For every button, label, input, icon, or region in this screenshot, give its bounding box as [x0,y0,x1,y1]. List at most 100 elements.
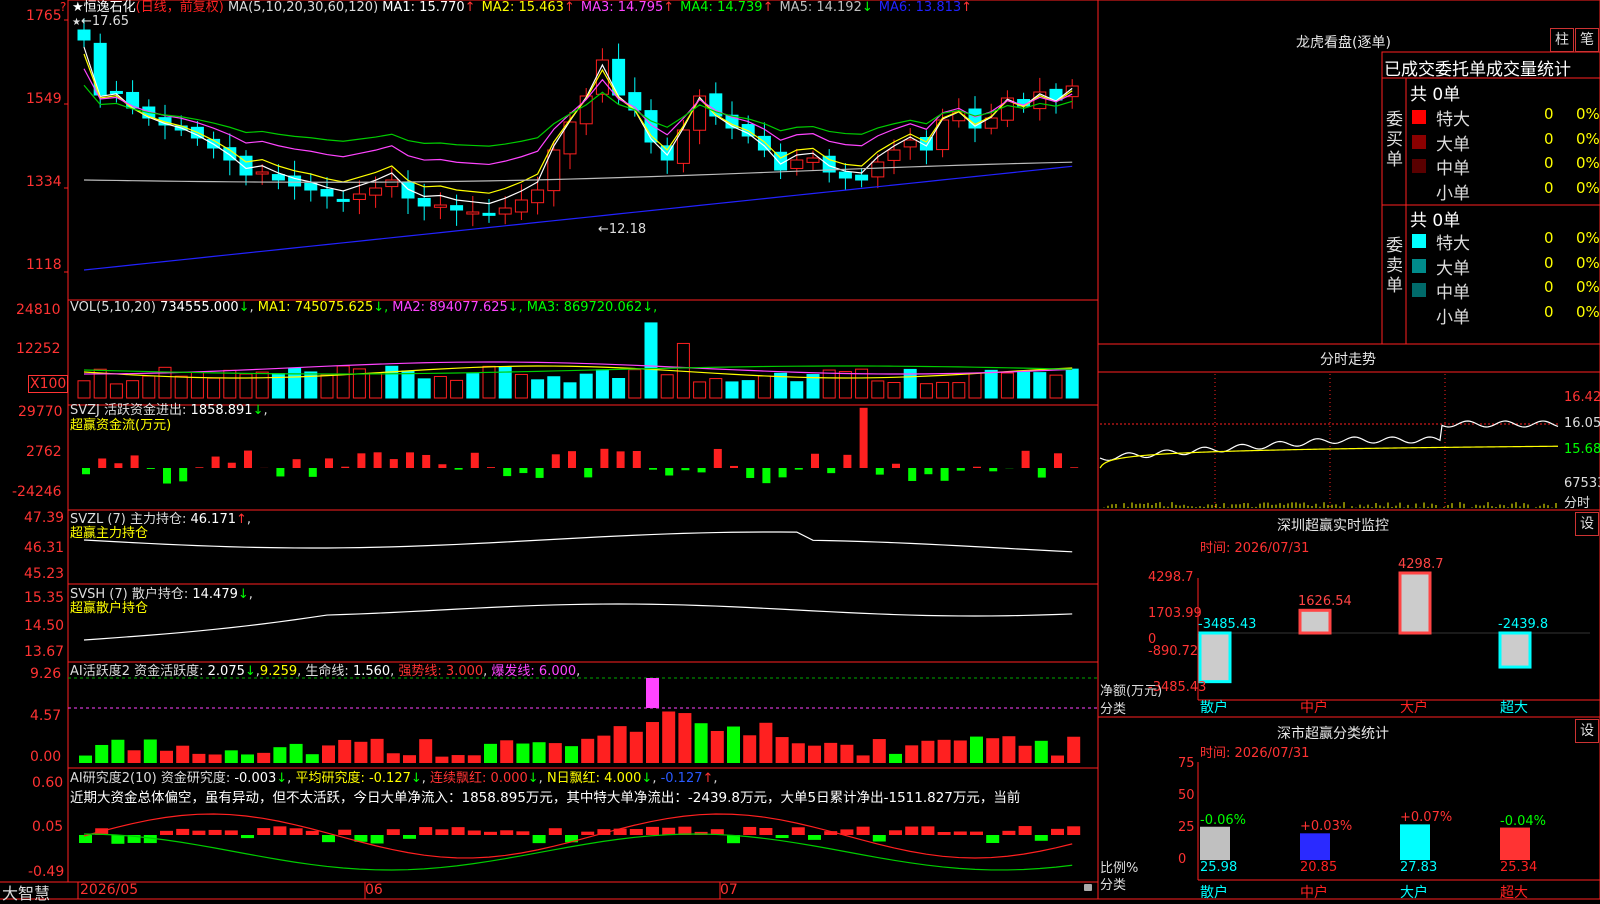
candle [515,200,527,212]
volume-bar [920,384,932,398]
sz-class-label: 分类 [1100,698,1126,717]
ai2-description: 近期大资金总体偏空，虽有异动，但不太活跃，今日大单净流入：1858.895万元，… [70,786,1096,806]
row-pct: 0% [1576,105,1600,123]
row-pct: 0% [1576,303,1600,321]
volume-bar [289,368,301,398]
flow-bar [325,458,333,468]
vol-ma-value: MA2: 894077.625↓, [392,300,523,315]
volume-bar [515,374,527,398]
legend-swatch [1412,159,1426,173]
candle [110,91,122,93]
stock-name[interactable]: 恒逸石化 [84,0,136,15]
flow-bar [82,468,90,474]
volume-bar [143,376,155,398]
activity-bar [905,745,918,763]
buy-side-label: 委买单 [1386,110,1406,170]
row-label: 中单 [1436,278,1470,303]
sc-value: 25.34 [1500,860,1537,875]
sc-value: 25.98 [1200,860,1237,875]
brand-label[interactable]: 大智慧 [2,880,50,904]
research-bar [581,832,594,835]
ma-value: MA6: 13.813↑ [879,0,972,15]
flow-bar [341,467,349,468]
fs-tick: 16.05 [1564,416,1600,431]
svzj-tick: 29770 [18,404,63,420]
svzl-tick: 47.39 [24,510,64,526]
row-count: 0 [1544,303,1554,321]
svzl-subtitle: 超赢主力持仓 [70,522,148,541]
legend-swatch [1412,184,1426,198]
activity-bar [921,741,934,763]
ai2-title: AI研究度2(10) 资金研究度: [70,771,230,786]
activity-bar [1002,736,1015,763]
flow-bar [665,468,673,476]
row-pct: 0% [1576,229,1600,247]
volume-bar [256,372,268,398]
volume-bar [1034,373,1046,398]
right-panel-frame [1098,0,1600,899]
high-marker: ★←17.65 [72,14,129,29]
research-bar [1019,826,1032,835]
sz-category: 超大 [1500,697,1528,717]
candle [78,30,90,40]
activity-bar [257,753,270,763]
sz-bar [1300,610,1330,633]
flow-bar [1054,453,1062,468]
ma-value: MA1: 15.770↑ [382,0,475,15]
volume-bar [564,383,576,398]
research-bar [419,827,432,835]
sz-category: 中户 [1300,697,1328,717]
sz-tick: 1703.99 [1148,606,1202,621]
activity-bar [792,743,805,763]
ma-value: MA4: 14.739↑ [680,0,773,15]
volume-bar [1018,372,1030,398]
ai2-lianxu: 连续飘红: 0.000 [430,771,528,786]
ai1-tick: 0.00 [30,749,61,765]
activity-bar [273,747,286,763]
research-bar [792,827,805,835]
candle [483,213,495,215]
ai2-last: -0.127 [661,771,703,786]
activity-bar [873,739,886,763]
flow-bar [698,468,706,472]
research-bar [857,827,870,835]
sc-change: -0.06% [1200,813,1246,828]
fs-unit: 分时 [1564,492,1590,511]
sc-settings-button[interactable]: 设 [1575,719,1599,743]
high-marker-text: ←17.65 [81,14,129,29]
flow-bar [892,464,900,468]
activity-bar [516,744,529,763]
date-tick: 2026/05 [80,882,138,898]
activity-bar [662,711,675,763]
fs-tick: 15.68 [1564,442,1600,457]
candle [872,162,884,177]
lock-icon[interactable] [1084,884,1092,891]
flow-bar [876,468,884,475]
activity-bar [727,727,740,763]
price-tick: 1765 [26,8,62,24]
research-bar [209,830,222,835]
activity-bar [95,745,108,763]
flow-bar [293,459,301,468]
sc-time: 时间: 2026/07/31 [1200,742,1309,761]
lhb-title: 龙虎看盘(逐单) [1296,32,1391,52]
row-label: 特大 [1436,105,1470,130]
tab-bar-chart[interactable]: 柱 [1550,28,1574,52]
legend-swatch [1412,234,1426,248]
research-bar [403,835,416,839]
flow-bar [487,467,495,468]
ma-values: MA1: 15.770↑MA2: 15.463↑MA3: 14.795↑MA4:… [382,0,978,15]
svsh-tick: 14.50 [24,618,64,634]
sc-value: 27.83 [1400,860,1437,875]
period-label[interactable]: (日线，前复权) [136,0,224,15]
research-bar [500,830,513,835]
sz-settings-button[interactable]: 设 [1575,512,1599,536]
volume-bar [1066,369,1078,398]
research-bar [192,831,205,835]
candle [305,183,317,190]
candle [791,160,803,168]
chart-canvas[interactable] [0,0,1600,900]
tab-tick-list[interactable]: 笔 [1575,28,1599,52]
research-bar [970,832,983,835]
ma5-line [84,162,1072,182]
